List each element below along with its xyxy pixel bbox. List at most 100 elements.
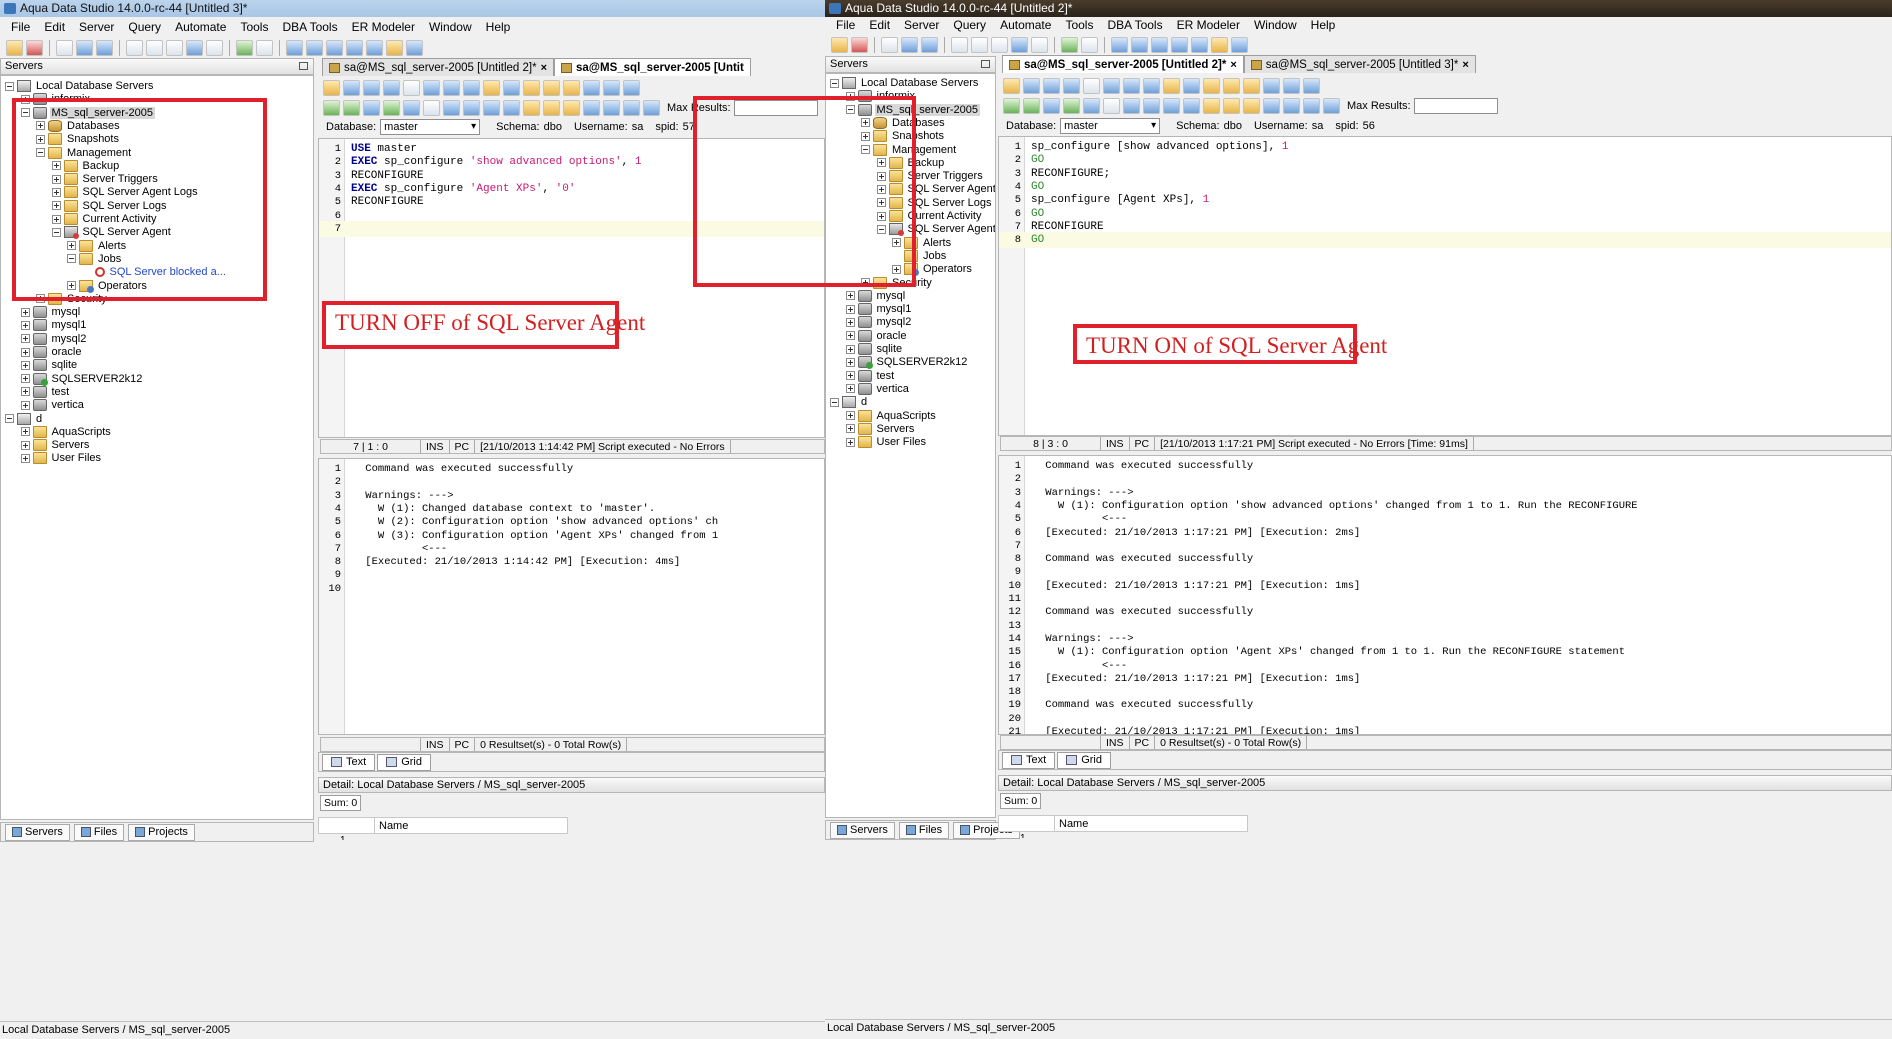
- toolbar-button-5[interactable]: [126, 40, 143, 56]
- toolbar-button-14[interactable]: [1151, 37, 1168, 53]
- document-tab-1[interactable]: sa@MS_sql_server-2005 [Untitled 2]* ×: [1002, 55, 1244, 73]
- expand-icon[interactable]: [845, 291, 855, 301]
- execute-tool-11[interactable]: [1223, 98, 1240, 114]
- expand-icon[interactable]: [20, 453, 30, 463]
- toolbar-button-0[interactable]: [6, 40, 23, 56]
- query-tool-14[interactable]: [603, 80, 620, 96]
- collapse-icon[interactable]: [5, 414, 14, 423]
- query-tool-9[interactable]: [1183, 78, 1200, 94]
- toolbar-button-13[interactable]: [306, 40, 323, 56]
- toolbar-button-1[interactable]: [26, 40, 43, 56]
- toolbar-button-3[interactable]: [76, 40, 93, 56]
- execute-tool-2[interactable]: [363, 100, 380, 116]
- menu-dba-tools[interactable]: DBA Tools: [1100, 18, 1169, 32]
- execute-tool-12[interactable]: [1243, 98, 1260, 114]
- expand-icon[interactable]: [20, 440, 30, 450]
- execute-tool-15[interactable]: [623, 100, 640, 116]
- query-tool-13[interactable]: [583, 80, 600, 96]
- expand-icon[interactable]: [20, 334, 30, 344]
- expand-icon[interactable]: [845, 384, 855, 394]
- query-tool-12[interactable]: [1243, 78, 1260, 94]
- collapse-icon[interactable]: [5, 81, 14, 91]
- execute-tool-4[interactable]: [403, 100, 420, 116]
- toolbar-button-8[interactable]: [1011, 37, 1028, 53]
- query-tool-2[interactable]: [1043, 78, 1060, 94]
- result-tab-grid[interactable]: Grid: [377, 753, 431, 771]
- expand-icon[interactable]: [845, 424, 855, 434]
- query-tool-0[interactable]: [1003, 78, 1020, 94]
- toolbar-button-11[interactable]: [256, 40, 273, 56]
- expand-icon[interactable]: [845, 304, 855, 314]
- menu-window[interactable]: Window: [1247, 18, 1304, 32]
- query-tool-8[interactable]: [1163, 78, 1180, 94]
- sql-editor[interactable]: 1 sp_configure [show advanced options], 1…: [998, 136, 1892, 436]
- toolbar-button-15[interactable]: [346, 40, 363, 56]
- expand-icon[interactable]: [20, 374, 30, 384]
- toolbar-button-3[interactable]: [901, 37, 918, 53]
- query-tool-4[interactable]: [1083, 78, 1100, 94]
- results-text-view[interactable]: 1 Command was executed successfully 2 3 Wa…: [998, 455, 1892, 735]
- execute-tool-9[interactable]: [1183, 98, 1200, 114]
- expand-icon[interactable]: [20, 387, 30, 397]
- query-tool-15[interactable]: [623, 80, 640, 96]
- execute-tool-16[interactable]: [1323, 98, 1340, 114]
- menu-server[interactable]: Server: [897, 18, 946, 32]
- result-tab-text[interactable]: Text: [1002, 751, 1056, 769]
- toolbar-button-12[interactable]: [286, 40, 303, 56]
- expand-icon[interactable]: [845, 411, 855, 420]
- execute-tool-14[interactable]: [603, 100, 620, 116]
- toolbar-button-12[interactable]: [1111, 37, 1128, 53]
- query-tool-1[interactable]: [343, 80, 360, 96]
- query-tool-9[interactable]: [503, 80, 520, 96]
- query-tool-2[interactable]: [363, 80, 380, 96]
- expand-icon[interactable]: [20, 320, 30, 330]
- query-tool-15[interactable]: [1303, 78, 1320, 94]
- execute-tool-10[interactable]: [523, 100, 540, 116]
- document-tab-2[interactable]: sa@MS_sql_server-2005 [Untitled 3]* ×: [1243, 55, 1476, 73]
- execute-tool-0[interactable]: [323, 100, 340, 116]
- menu-er-modeler[interactable]: ER Modeler: [345, 20, 422, 34]
- toolbar-button-18[interactable]: [406, 40, 423, 56]
- collapse-icon[interactable]: [830, 78, 839, 88]
- query-tool-7[interactable]: [463, 80, 480, 96]
- toolbar-button-10[interactable]: [236, 40, 253, 56]
- document-tab-2[interactable]: sa@MS_sql_server-2005 [Untit: [554, 58, 751, 76]
- query-tool-10[interactable]: [1203, 78, 1220, 94]
- expand-icon[interactable]: [20, 360, 30, 370]
- menu-edit[interactable]: Edit: [862, 18, 897, 32]
- query-tool-3[interactable]: [383, 80, 400, 96]
- toolbar-button-6[interactable]: [971, 37, 988, 53]
- menu-query[interactable]: Query: [121, 20, 168, 34]
- execute-tool-12[interactable]: [563, 100, 580, 116]
- results-text-view[interactable]: 1 Command was executed successfully 2 3 Wa…: [318, 458, 825, 735]
- menu-tools[interactable]: Tools: [233, 20, 275, 34]
- execute-tool-10[interactable]: [1203, 98, 1220, 114]
- execute-tool-16[interactable]: [643, 100, 660, 116]
- menu-help[interactable]: Help: [479, 20, 518, 34]
- toolbar-button-14[interactable]: [326, 40, 343, 56]
- toolbar-button-0[interactable]: [831, 37, 848, 53]
- execute-tool-7[interactable]: [1143, 98, 1160, 114]
- menu-er-modeler[interactable]: ER Modeler: [1170, 18, 1247, 32]
- expand-icon[interactable]: [845, 317, 855, 327]
- tree-node-user-files[interactable]: User Files: [845, 434, 929, 450]
- execute-tool-3[interactable]: [1063, 98, 1080, 114]
- execute-tool-11[interactable]: [543, 100, 560, 116]
- query-tool-0[interactable]: [323, 80, 340, 96]
- toolbar-button-2[interactable]: [56, 40, 73, 56]
- execute-tool-13[interactable]: [583, 100, 600, 116]
- query-tool-12[interactable]: [563, 80, 580, 96]
- execute-tool-5[interactable]: [1103, 98, 1120, 114]
- query-tool-11[interactable]: [1223, 78, 1240, 94]
- expand-icon[interactable]: [20, 400, 30, 410]
- execute-tool-8[interactable]: [1163, 98, 1180, 114]
- toolbar-button-6[interactable]: [146, 40, 163, 56]
- expand-icon[interactable]: [845, 331, 855, 341]
- grid-column-name[interactable]: Name: [1054, 816, 1244, 831]
- execute-tool-4[interactable]: [1083, 98, 1100, 114]
- query-tool-6[interactable]: [1123, 78, 1140, 94]
- tree-node-user-files[interactable]: User Files: [20, 450, 104, 466]
- menu-automate[interactable]: Automate: [993, 18, 1058, 32]
- query-tool-6[interactable]: [443, 80, 460, 96]
- expand-icon[interactable]: [20, 427, 30, 437]
